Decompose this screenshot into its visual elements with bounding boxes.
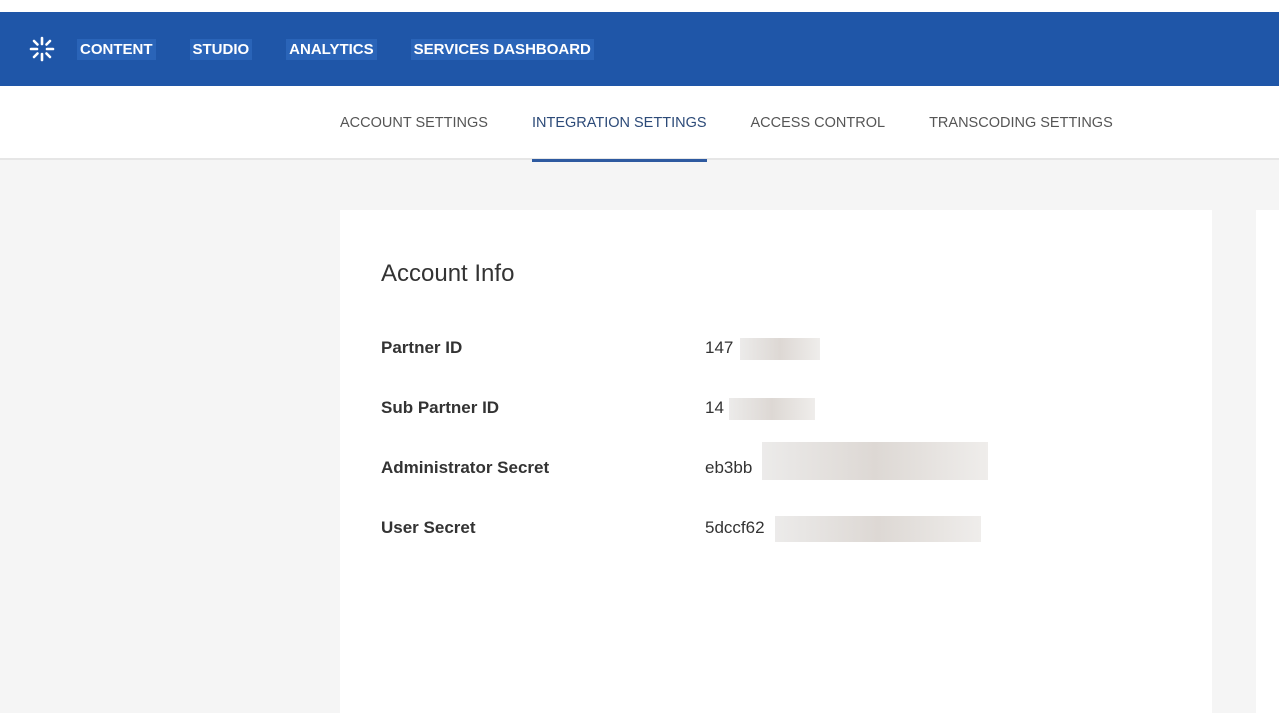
tab-account-settings[interactable]: ACCOUNT SETTINGS: [340, 86, 488, 160]
settings-tab-bar: ACCOUNT SETTINGS INTEGRATION SETTINGS AC…: [0, 86, 1279, 162]
partner-id-row: Partner ID 147: [381, 336, 820, 360]
user-secret-row: User Secret 5dccf62 45b0f7f3: [381, 516, 981, 542]
redaction-mask: [729, 398, 815, 420]
nav-content[interactable]: CONTENT: [77, 38, 156, 60]
nav-studio[interactable]: STUDIO: [189, 38, 253, 60]
tab-transcoding-settings[interactable]: TRANSCODING SETTINGS: [929, 86, 1113, 160]
account-info-title: Account Info: [381, 260, 515, 287]
nav-analytics[interactable]: ANALYTICS: [286, 38, 377, 60]
account-info-card: Account Info Partner ID 147 Sub Partner …: [340, 210, 1212, 713]
sub-partner-id-label: Sub Partner ID: [381, 398, 500, 417]
partner-id-value: 147: [705, 338, 820, 360]
redaction-mask: [762, 442, 988, 480]
administrator-secret-row: Administrator Secret eb3bb a7c96967b0: [381, 442, 988, 480]
administrator-secret-label: Administrator Secret: [381, 458, 550, 477]
top-spacer: [0, 0, 1279, 12]
sub-partner-id-row: Sub Partner ID 14 0: [381, 396, 815, 420]
main-content: Account Info Partner ID 147 Sub Partner …: [0, 160, 1279, 713]
partner-id-text: 147: [705, 338, 734, 357]
tab-access-control[interactable]: ACCESS CONTROL: [751, 86, 886, 160]
kaltura-logo-icon[interactable]: [29, 36, 55, 62]
top-navigation-bar: CONTENT STUDIO ANALYTICS SERVICES DASHBO…: [0, 12, 1279, 86]
user-secret-label: User Secret: [381, 518, 476, 537]
partner-id-label: Partner ID: [381, 338, 463, 357]
tab-integration-settings[interactable]: INTEGRATION SETTINGS: [531, 86, 707, 162]
user-secret-value: 5dccf62 45b0f7f3: [705, 516, 981, 542]
redaction-mask: [775, 516, 981, 542]
secondary-panel: [1256, 210, 1279, 713]
sub-partner-id-value: 14 0: [705, 398, 815, 420]
nav-services-dashboard[interactable]: SERVICES DASHBOARD: [410, 38, 594, 60]
redaction-mask: [740, 338, 820, 360]
administrator-secret-value: eb3bb a7c96967b0: [705, 442, 988, 480]
